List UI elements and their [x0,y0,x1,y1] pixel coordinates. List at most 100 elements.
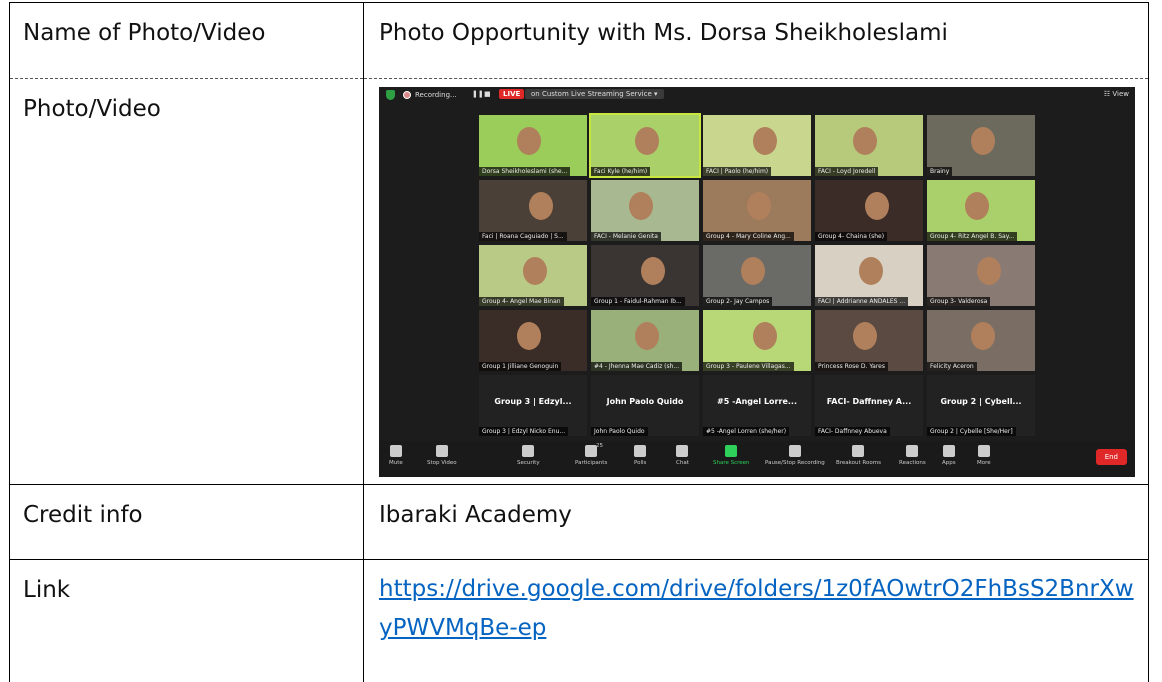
stream-label: on Custom Live Streaming Service ▾ [525,89,664,99]
end-button: End [1096,449,1127,465]
video-tile: Group 3 | Edzyl...Group 3 | Edzyl Nicko … [479,375,587,436]
drive-link[interactable]: https://drive.google.com/drive/folders/1… [364,560,1148,648]
value-cell: https://drive.google.com/drive/folders/1… [364,560,1149,682]
video-tile: Faci Kyle (he/him) [591,115,699,176]
participant-face [629,192,653,220]
stop-video-button: Stop Video [427,445,457,466]
video-tile: Group 1 Jilliane Genoguin [479,310,587,371]
table-row: Photo/Video Recording... ❚❚ ■ LIVE on Cu… [10,79,1149,485]
participant-face [977,257,1001,285]
zoom-meeting-screenshot: Recording... ❚❚ ■ LIVE on Custom Live St… [379,87,1135,477]
zoom-toolbar: Mute Stop Video Security Participants 25… [379,441,1135,477]
video-tile: FACI - Loyd Joredell [815,115,923,176]
participant-face [853,127,877,155]
participant-display-name: Group 3 | Edzyl... [479,397,587,406]
video-tile: FACI | Addrianne ANDALES ... [815,245,923,306]
participant-display-name: Group 2 | Cybell... [927,397,1035,406]
video-tile: Group 4- Chaina (she) [815,180,923,241]
video-tile: Princess Rose D. Yares [815,310,923,371]
video-tile: Group 4 - Mary Coline Ang... [703,180,811,241]
video-tile: Felicity Aceron [927,310,1035,371]
reactions-button: Reactions [899,445,926,466]
smiley-icon [906,445,918,457]
participant-name: Group 1 - Faidul-Rahman Ib... [591,297,685,306]
apps-icon [943,445,955,457]
live-badge: LIVE [499,89,524,99]
security-button: Security [517,445,540,466]
value-cell: Photo Opportunity with Ms. Dorsa Sheikho… [364,3,1149,79]
info-table: Name of Photo/Video Photo Opportunity wi… [9,2,1149,682]
participant-name: #5 -Angel Lorren (she/her) [703,427,789,436]
video-grid: Dorsa Sheikholeslami (she... Faci Kyle (h… [479,115,1035,436]
participant-face [753,322,777,350]
chat-icon [676,445,688,457]
participant-face [517,322,541,350]
participant-name: Group 2- Jay Campos [703,297,772,306]
participant-name: Group 2 | Cybelle [She/Her] [927,427,1016,436]
apps-button: Apps [942,445,956,466]
participant-face [971,322,995,350]
participant-face [853,322,877,350]
participant-name: Group 4 - Mary Coline Ang... [703,232,794,241]
grid-icon [852,445,864,457]
participant-face [865,192,889,220]
participant-face [859,257,883,285]
video-tile: FACI | Paolo (he/him) [703,115,811,176]
video-tile: Group 3 - Paulene Villagas... [703,310,811,371]
video-tile: Group 1 - Faidul-Rahman Ib... [591,245,699,306]
participant-name: Dorsa Sheikholeslami (she... [479,167,570,176]
share-screen-button: Share Screen [713,445,750,466]
video-tile: #4 - Jhenna Mae Cadiz (sh... [591,310,699,371]
zoom-topbar: Recording... ❚❚ ■ LIVE on Custom Live St… [379,87,1135,103]
participant-face [971,127,995,155]
participant-name: #4 - Jhenna Mae Cadiz (sh... [591,362,682,371]
table-row: Name of Photo/Video Photo Opportunity wi… [10,3,1149,79]
participant-face [635,127,659,155]
view-button: ☷ View [1104,90,1129,98]
participant-display-name: #5 -Angel Lorre... [703,397,811,406]
video-tile: Group 4- Ritz Angel B. Say... [927,180,1035,241]
more-button: More [977,445,991,466]
table-row: Link https://drive.google.com/drive/fold… [10,560,1149,682]
participant-face [517,127,541,155]
shield-icon [386,90,395,100]
participant-name: Group 4- Angel Mae Binan [479,297,564,306]
video-tile: Group 2- Jay Campos [703,245,811,306]
chat-button: Chat [676,445,689,466]
participant-face [523,257,547,285]
video-tile: Group 2 | Cybell... Group 2 | Cybelle [Sh… [927,375,1035,436]
participant-face [635,322,659,350]
video-tile: Brainy [927,115,1035,176]
participant-name: FACI | Addrianne ANDALES ... [815,297,908,306]
participant-name: Group 3 - Paulene Villagas... [703,362,794,371]
video-tile: FACI- Daffnney A...FACI- Daffnney Abueva [815,375,923,436]
video-tile: Faci | Roana Caguiado | S... [479,180,587,241]
video-tile: Group 4- Angel Mae Binan [479,245,587,306]
ellipsis-icon [978,445,990,457]
camera-icon [436,445,448,457]
video-tile: Dorsa Sheikholeslami (she... [479,115,587,176]
label-cell: Photo/Video [10,79,364,485]
label-cell: Name of Photo/Video [10,3,364,79]
participant-name: FACI | Paolo (he/him) [703,167,771,176]
pause-stop-icon [789,445,801,457]
participant-face [753,127,777,155]
record-icon [403,91,411,99]
participant-name: John Paolo Quido [591,427,648,436]
participant-name: Faci Kyle (he/him) [591,167,650,176]
participant-name: FACI- Daffnney Abueva [815,427,890,436]
participant-name: Group 3- Valderosa [927,297,990,306]
participant-name: Faci | Roana Caguiado | S... [479,232,567,241]
participant-display-name: John Paolo Quido [591,397,699,406]
participant-name: Group 4- Ritz Angel B. Say... [927,232,1017,241]
video-tile: John Paolo Quido John Paolo Quido [591,375,699,436]
share-icon [725,445,737,457]
label-cell: Credit info [10,485,364,560]
value-cell: Ibaraki Academy [364,485,1149,560]
participant-face [741,257,765,285]
shield-icon [522,445,534,457]
table-row: Credit info Ibaraki Academy [10,485,1149,560]
video-tile: Group 3- Valderosa [927,245,1035,306]
polls-button: Polls [634,445,646,466]
pause-icon: ❚❚ [472,90,484,98]
